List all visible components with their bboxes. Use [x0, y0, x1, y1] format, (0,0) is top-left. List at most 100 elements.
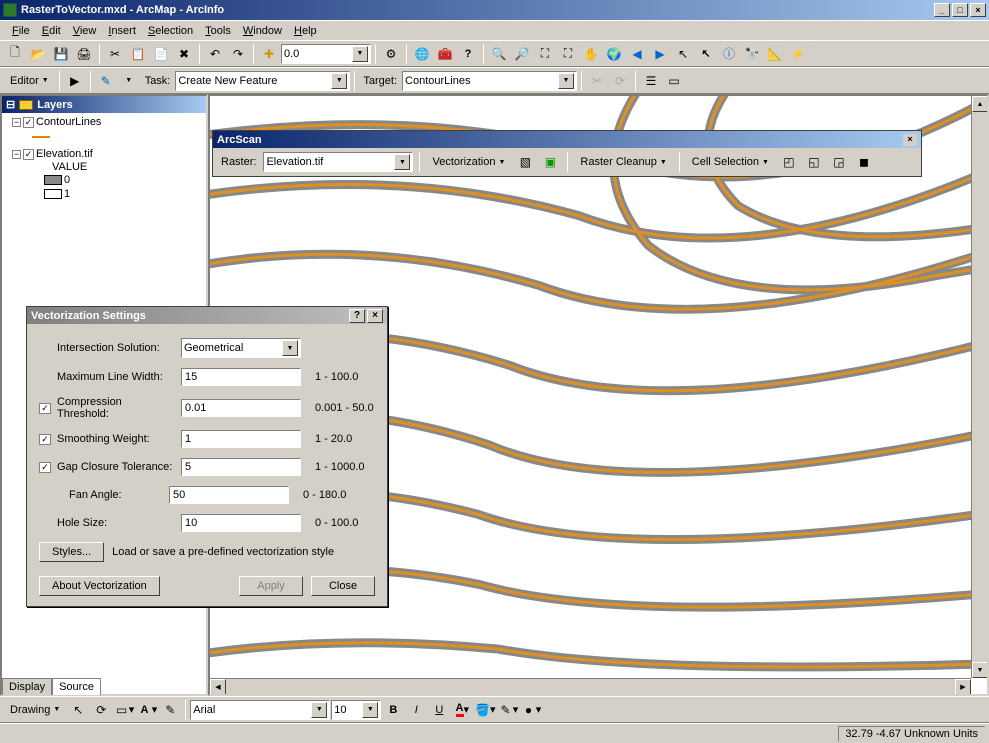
vertical-scrollbar[interactable]: ▲ ▼	[971, 96, 987, 678]
chevron-down-icon[interactable]: ▼	[558, 73, 574, 89]
rotate-tool-icon[interactable]: ⟳	[609, 70, 631, 92]
add-data-icon[interactable]: ✚	[258, 43, 280, 65]
rotate-icon[interactable]: ⟳	[90, 699, 112, 721]
sketch-dropdown-icon[interactable]: ▼	[118, 70, 140, 92]
collapse-icon[interactable]: ⊟	[6, 98, 15, 111]
measure-icon[interactable]: 📐	[764, 43, 786, 65]
expand-icon[interactable]: −	[12, 150, 21, 159]
italic-icon[interactable]: I	[405, 699, 427, 721]
back-icon[interactable]: ◀	[626, 43, 648, 65]
delete-icon[interactable]: ✖	[173, 43, 195, 65]
bold-icon[interactable]: B	[382, 699, 404, 721]
arctoolbox-icon[interactable]: 🧰	[434, 43, 456, 65]
chevron-down-icon[interactable]: ▼	[311, 702, 327, 718]
minimize-button[interactable]: _	[934, 3, 950, 17]
forward-icon[interactable]: ▶	[649, 43, 671, 65]
find-icon[interactable]: 🔭	[741, 43, 763, 65]
compress-checkbox[interactable]: ✓	[39, 403, 51, 414]
edit-tool-icon[interactable]: ▶	[64, 70, 86, 92]
identify-icon[interactable]: ⓘ	[718, 43, 740, 65]
menu-window[interactable]: Window	[237, 23, 288, 39]
about-button[interactable]: About Vectorization	[39, 576, 160, 596]
arccatalog-icon[interactable]: 🌐	[411, 43, 433, 65]
open-icon[interactable]: 📂	[27, 43, 49, 65]
chevron-down-icon[interactable]: ▼	[331, 73, 347, 89]
select-elements-icon[interactable]: ↖	[672, 43, 694, 65]
layer-checkbox[interactable]: ✓	[23, 149, 34, 160]
undo-icon[interactable]: ↶	[204, 43, 226, 65]
layer-checkbox[interactable]: ✓	[23, 117, 34, 128]
apply-button[interactable]: Apply	[239, 576, 303, 596]
menu-view[interactable]: View	[67, 23, 103, 39]
zoom-out-icon[interactable]: 🔎	[511, 43, 533, 65]
cut-icon[interactable]: ✂	[104, 43, 126, 65]
marker-color-icon[interactable]: ●▾	[520, 699, 542, 721]
maximize-button[interactable]: □	[952, 3, 968, 17]
horizontal-scrollbar[interactable]: ◀ ▶	[210, 678, 971, 694]
editor-menu[interactable]: Editor	[4, 73, 55, 89]
close-button[interactable]: ×	[970, 3, 986, 17]
chevron-down-icon[interactable]: ▼	[362, 702, 378, 718]
scroll-up-icon[interactable]: ▲	[972, 96, 988, 112]
close-button[interactable]: Close	[311, 576, 375, 596]
select-cells-icon[interactable]: ◰	[778, 151, 800, 173]
menu-help[interactable]: Help	[288, 23, 323, 39]
menu-insert[interactable]: Insert	[102, 23, 142, 39]
smooth-checkbox[interactable]: ✓	[39, 434, 51, 445]
paste-icon[interactable]: 📄	[150, 43, 172, 65]
chevron-down-icon[interactable]: ▼	[394, 154, 410, 170]
select-connected-icon[interactable]: ◱	[803, 151, 825, 173]
hyperlink-icon[interactable]: ⚡	[787, 43, 809, 65]
line-color-icon[interactable]: ✎▾	[497, 699, 519, 721]
fontsize-combo[interactable]: 10 ▼	[331, 700, 381, 720]
pan-icon[interactable]: ✋	[580, 43, 602, 65]
menu-edit[interactable]: Edit	[36, 23, 67, 39]
raster-combo[interactable]: Elevation.tif ▼	[263, 152, 413, 172]
cell-selection-menu[interactable]: Cell Selection	[686, 154, 775, 170]
chevron-down-icon[interactable]: ▼	[282, 340, 298, 356]
help-button[interactable]: ?	[349, 309, 365, 323]
chevron-down-icon[interactable]: ▼	[352, 46, 368, 62]
new-icon[interactable]: 🗋	[4, 43, 26, 65]
layer-elevation[interactable]: Elevation.tif	[36, 148, 93, 160]
sketch-tool-icon[interactable]: ✎	[95, 70, 117, 92]
gap-checkbox[interactable]: ✓	[39, 462, 51, 473]
intersection-combo[interactable]: Geometrical ▼	[181, 338, 301, 358]
full-extent-icon[interactable]: 🌍	[603, 43, 625, 65]
edit-vertices-icon[interactable]: ✎	[159, 699, 181, 721]
copy-icon[interactable]: 📋	[127, 43, 149, 65]
target-combo[interactable]: ContourLines ▼	[402, 71, 577, 91]
zoom-in-icon[interactable]: 🔍	[488, 43, 510, 65]
close-icon[interactable]: ×	[903, 134, 917, 146]
fill-color-icon[interactable]: 🪣▾	[474, 699, 496, 721]
close-icon[interactable]: ×	[367, 309, 383, 323]
layer-contourlines[interactable]: ContourLines	[36, 116, 101, 128]
scroll-down-icon[interactable]: ▼	[972, 662, 988, 678]
tab-source[interactable]: Source	[52, 678, 101, 695]
save-icon[interactable]: 💾	[50, 43, 72, 65]
editor-tool-icon[interactable]: ⚙	[380, 43, 402, 65]
scale-combo[interactable]: 0.0 ▼	[281, 44, 371, 64]
select-icon[interactable]: ↖	[67, 699, 89, 721]
fan-input[interactable]	[169, 486, 289, 504]
fixed-zoom-out-icon[interactable]: ⛶	[557, 43, 579, 65]
smooth-input[interactable]	[181, 430, 301, 448]
attributes-icon[interactable]: ☰	[640, 70, 662, 92]
clear-selection-icon[interactable]: ◲	[828, 151, 850, 173]
tab-display[interactable]: Display	[2, 678, 52, 695]
trace-icon[interactable]: ▣	[539, 151, 561, 173]
redo-icon[interactable]: ↷	[227, 43, 249, 65]
font-combo[interactable]: Arial ▼	[190, 700, 330, 720]
generate-features-icon[interactable]: ▧	[514, 151, 536, 173]
text-tool-icon[interactable]: A▾	[136, 699, 158, 721]
shape-dropdown-icon[interactable]: ▭▾	[113, 699, 135, 721]
raster-cleanup-menu[interactable]: Raster Cleanup	[574, 154, 672, 170]
select-features-icon[interactable]: ↖	[695, 43, 717, 65]
vectorization-menu[interactable]: Vectorization	[426, 154, 511, 170]
scroll-right-icon[interactable]: ▶	[955, 679, 971, 695]
print-icon[interactable]: 🖨	[73, 43, 95, 65]
drawing-menu[interactable]: Drawing	[4, 702, 66, 718]
task-combo[interactable]: Create New Feature ▼	[175, 71, 350, 91]
gap-input[interactable]	[181, 458, 301, 476]
underline-icon[interactable]: U	[428, 699, 450, 721]
